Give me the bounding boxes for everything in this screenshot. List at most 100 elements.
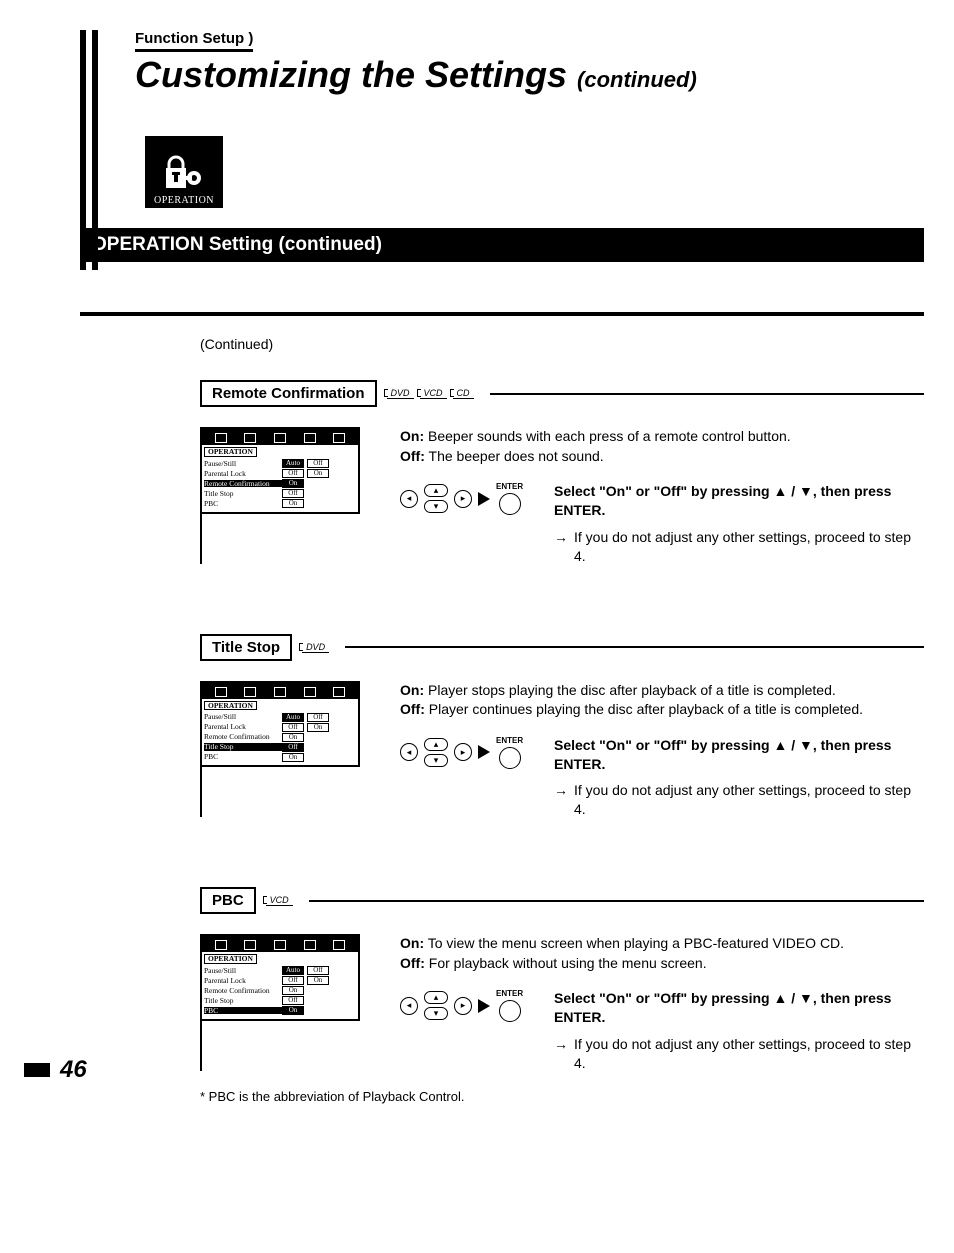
arrow-icon — [478, 745, 490, 759]
section-band: OPERATION Setting (continued) — [80, 228, 924, 262]
section-title: PBC — [200, 887, 256, 914]
osd-row-label: Pause/Still — [204, 713, 282, 721]
on-off-description: On: Player stops playing the disc after … — [400, 681, 924, 720]
osd-tab-label: OPERATION — [204, 447, 257, 457]
osd-value: On — [282, 986, 304, 995]
disc-tags: DVD VCD CD — [387, 388, 474, 399]
disc-tags: VCD — [266, 895, 293, 906]
enter-button-icon — [499, 747, 521, 769]
osd-row-label: Pause/Still — [204, 460, 282, 468]
note-text: If you do not adjust any other settings,… — [574, 528, 924, 566]
osd-value: On — [282, 479, 304, 488]
enter-button-icon — [499, 1000, 521, 1022]
vcd-tag: VCD — [420, 388, 447, 399]
osd-row-label: Remote Confirmation — [204, 733, 282, 741]
down-icon: ▾ — [424, 1007, 448, 1020]
up-icon: ▴ — [424, 484, 448, 497]
breadcrumb: Function Setup — [135, 30, 253, 52]
section-pbc: PBC VCD OPERATION Pause/StillAutoOff Par… — [200, 887, 924, 1081]
osd-value: On — [307, 723, 329, 732]
control-icons: ◂ ▴ ▾ ▸ ENTER — [400, 736, 540, 769]
osd-value: On — [282, 1006, 304, 1015]
page-title: Customizing the Settings (continued) — [135, 54, 924, 96]
left-icon: ◂ — [400, 743, 418, 761]
osd-value: On — [307, 469, 329, 478]
section-remote-confirmation: Remote Confirmation DVD VCD CD OPERATION… — [200, 380, 924, 574]
right-icon: ▸ — [454, 743, 472, 761]
enter-label: ENTER — [496, 989, 523, 998]
osd-row-label: Parental Lock — [204, 977, 282, 985]
operation-icon: OPERATION — [145, 136, 223, 208]
pbc-footnote: * PBC is the abbreviation of Playback Co… — [200, 1089, 924, 1104]
enter-label: ENTER — [496, 482, 523, 491]
osd-value: Auto — [282, 966, 304, 975]
page-number: 46 — [24, 1056, 87, 1084]
osd-screenshot: OPERATION Pause/StillAutoOff Parental Lo… — [200, 681, 360, 768]
osd-value: Off — [282, 489, 304, 498]
osd-value: Off — [282, 996, 304, 1005]
osd-value: On — [282, 753, 304, 762]
instruction-text: Select "On" or "Off" by pressing ▲ / ▼, … — [554, 989, 924, 1027]
osd-row-label: Title Stop — [204, 743, 282, 751]
control-icons: ◂ ▴ ▾ ▸ ENTER — [400, 482, 540, 515]
enter-button-icon — [499, 493, 521, 515]
osd-value: Off — [282, 976, 304, 985]
osd-row-label: Parental Lock — [204, 470, 282, 478]
right-icon: ▸ — [454, 997, 472, 1015]
arrow-icon — [478, 999, 490, 1013]
instruction-text: Select "On" or "Off" by pressing ▲ / ▼, … — [554, 482, 924, 520]
section-title: Remote Confirmation — [200, 380, 377, 407]
osd-value: Off — [282, 469, 304, 478]
title-main: Customizing the Settings — [135, 54, 567, 95]
osd-value: Off — [282, 723, 304, 732]
dvd-tag: DVD — [387, 388, 414, 399]
osd-value: Off — [307, 966, 329, 975]
osd-value: Auto — [282, 459, 304, 468]
osd-row-label: PBC — [204, 1007, 282, 1015]
continued-label: (Continued) — [200, 336, 924, 352]
osd-row-label: PBC — [204, 500, 282, 508]
on-off-description: On: To view the menu screen when playing… — [400, 934, 924, 973]
up-icon: ▴ — [424, 738, 448, 751]
left-icon: ◂ — [400, 997, 418, 1015]
osd-screenshot: OPERATION Pause/StillAutoOff Parental Lo… — [200, 934, 360, 1021]
control-icons: ◂ ▴ ▾ ▸ ENTER — [400, 989, 540, 1022]
section-title-stop: Title Stop DVD OPERATION Pause/StillAuto… — [200, 634, 924, 828]
disc-tags: DVD — [302, 642, 329, 653]
osd-row-label: Remote Confirmation — [204, 987, 282, 995]
header-bars — [80, 30, 120, 270]
down-icon: ▾ — [424, 500, 448, 513]
osd-value: Off — [307, 459, 329, 468]
note-text: If you do not adjust any other settings,… — [574, 781, 924, 819]
cd-tag: CD — [453, 388, 474, 399]
osd-value: On — [282, 733, 304, 742]
lock-key-icon — [162, 152, 206, 192]
right-icon: ▸ — [454, 490, 472, 508]
osd-tab-label: OPERATION — [204, 701, 257, 711]
down-icon: ▾ — [424, 754, 448, 767]
osd-row-label: PBC — [204, 753, 282, 761]
osd-row-label: Title Stop — [204, 997, 282, 1005]
osd-value: On — [282, 499, 304, 508]
vcd-tag: VCD — [266, 895, 293, 906]
osd-row-label: Pause/Still — [204, 967, 282, 975]
section-title: Title Stop — [200, 634, 292, 661]
on-off-description: On: Beeper sounds with each press of a r… — [400, 427, 924, 466]
instruction-text: Select "On" or "Off" by pressing ▲ / ▼, … — [554, 736, 924, 774]
osd-value: On — [307, 976, 329, 985]
osd-row-label: Remote Confirmation — [204, 480, 282, 488]
osd-row-label: Title Stop — [204, 490, 282, 498]
divider — [80, 312, 924, 316]
osd-value: Off — [307, 713, 329, 722]
up-icon: ▴ — [424, 991, 448, 1004]
osd-value: Off — [282, 743, 304, 752]
left-icon: ◂ — [400, 490, 418, 508]
osd-tab-label: OPERATION — [204, 954, 257, 964]
enter-label: ENTER — [496, 736, 523, 745]
arrow-icon — [478, 492, 490, 506]
note-text: If you do not adjust any other settings,… — [574, 1035, 924, 1073]
osd-value: Auto — [282, 713, 304, 722]
osd-screenshot: OPERATION Pause/StillAutoOff Parental Lo… — [200, 427, 360, 514]
title-continued: (continued) — [577, 67, 697, 92]
operation-icon-label: OPERATION — [154, 195, 214, 206]
